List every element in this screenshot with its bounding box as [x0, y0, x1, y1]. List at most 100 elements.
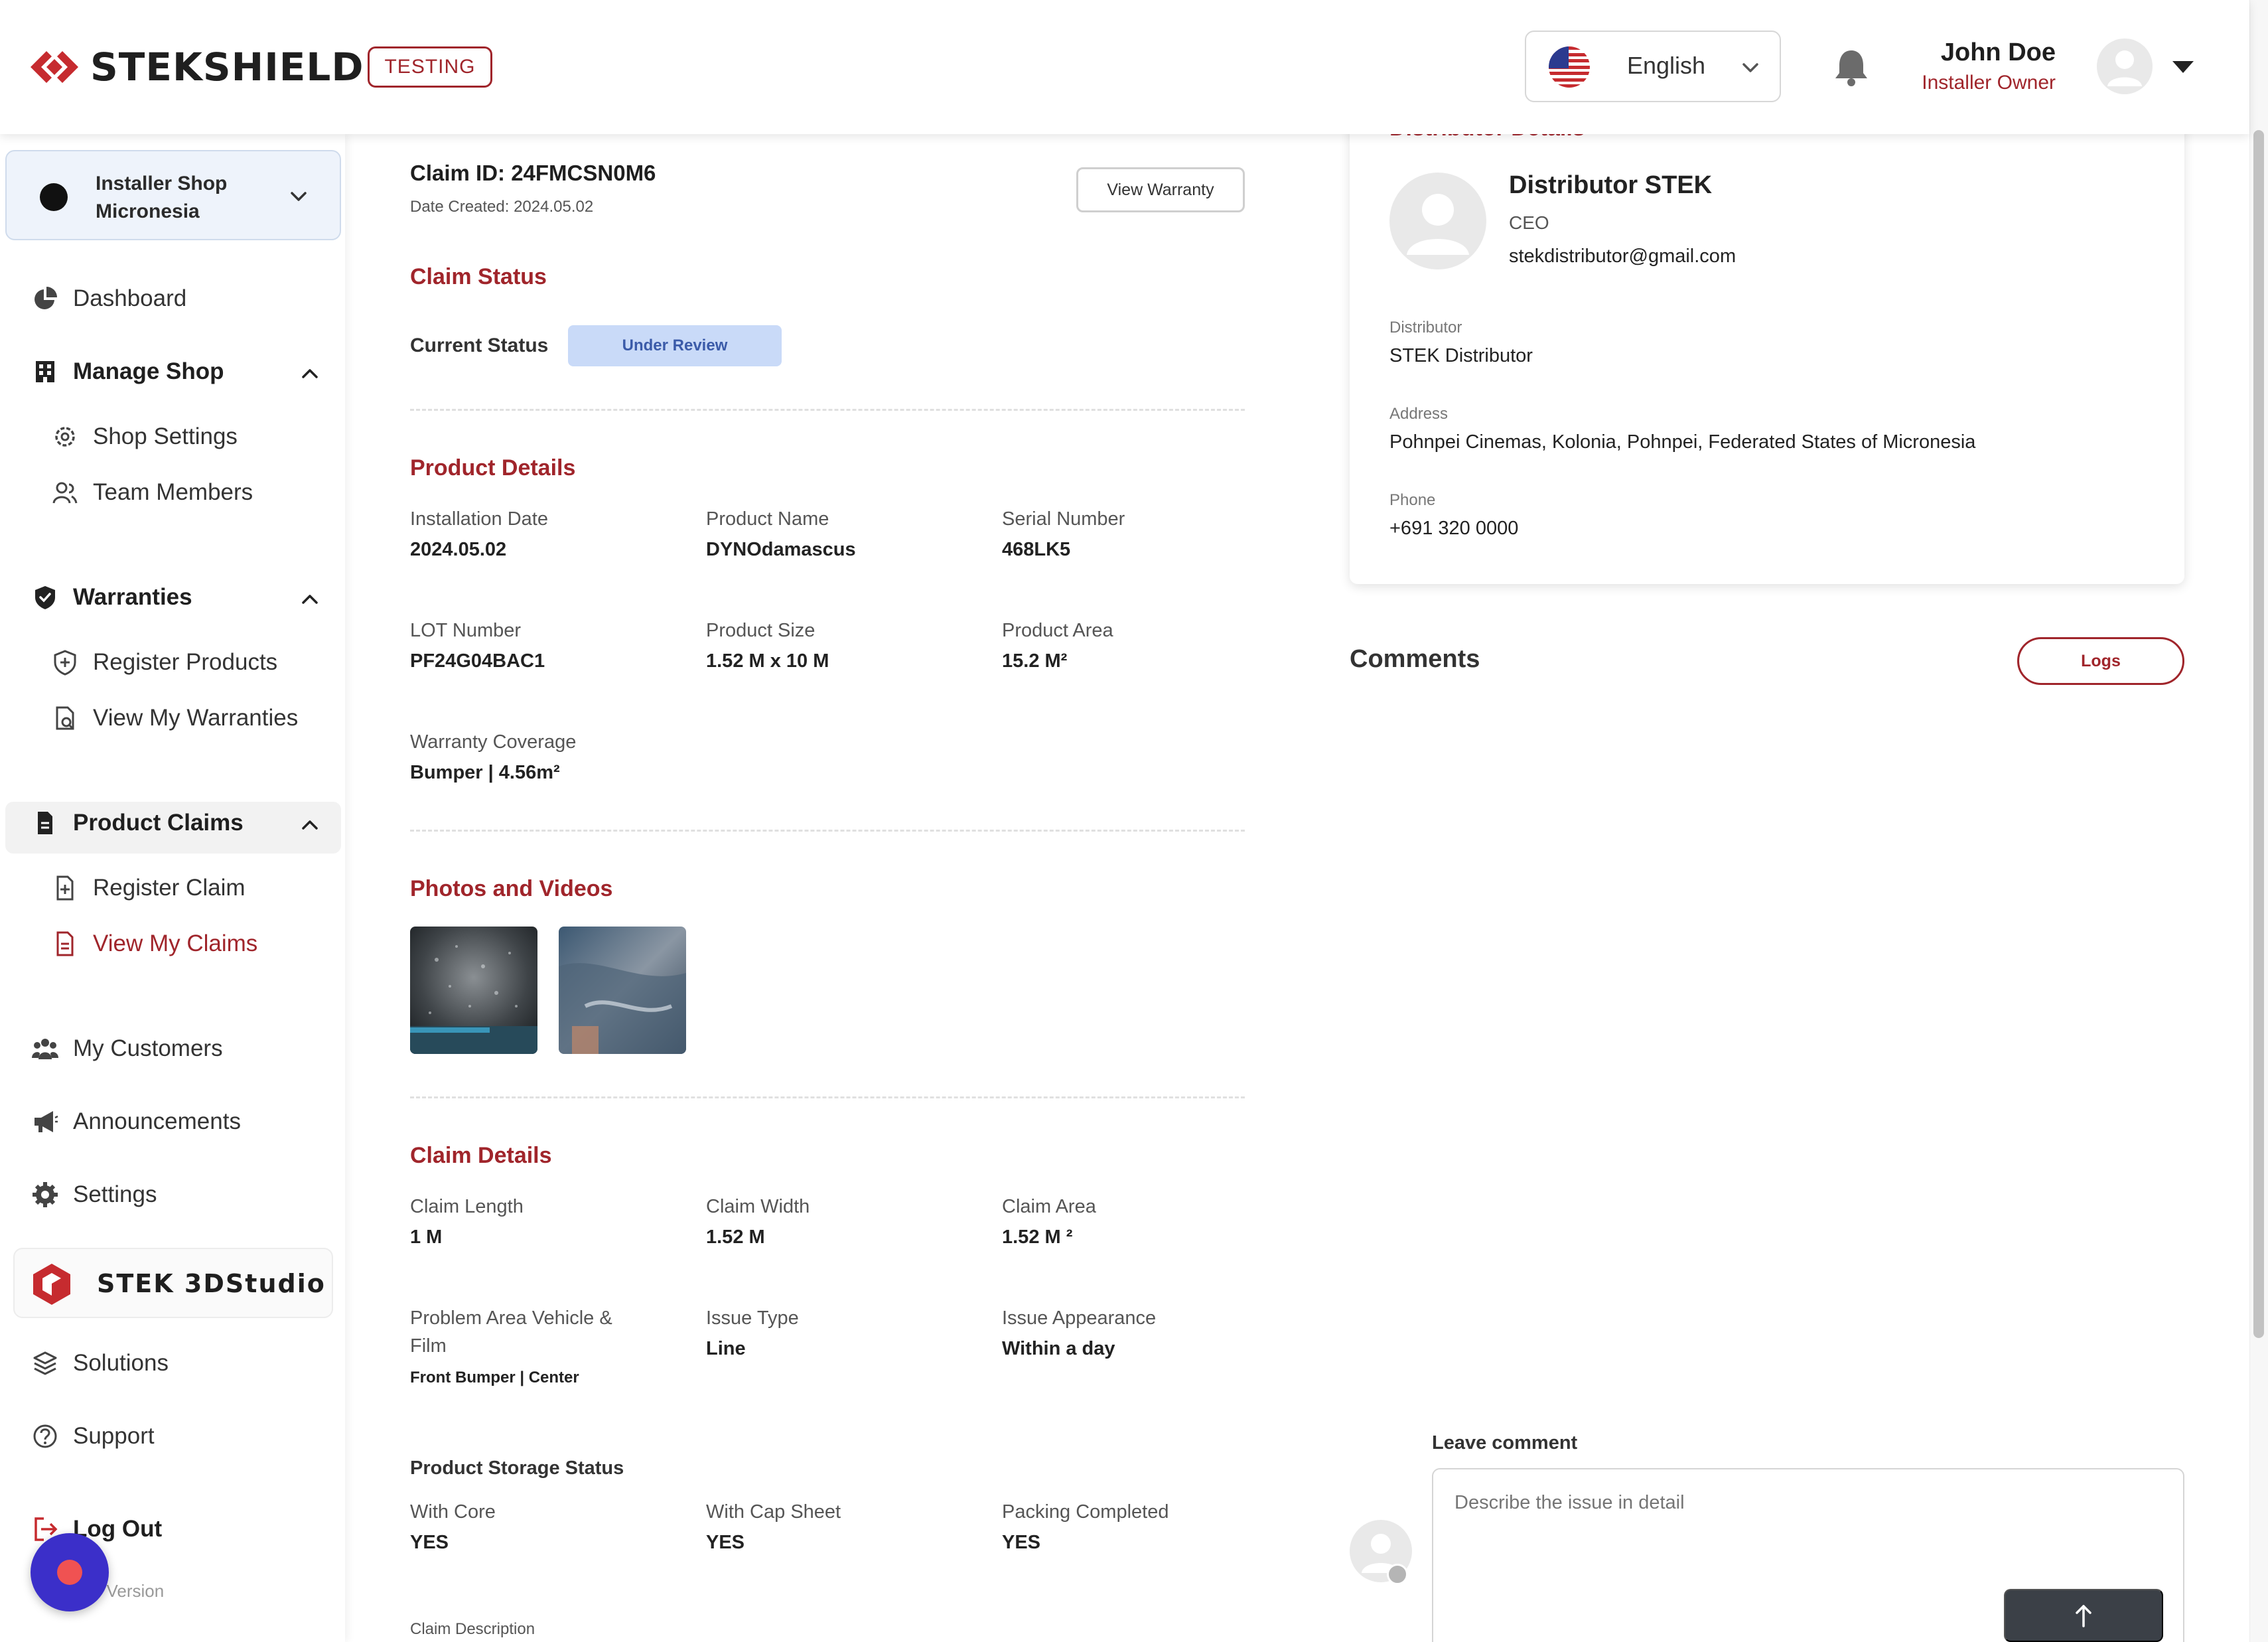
logs-button[interactable]: Logs — [2017, 637, 2184, 685]
help-circle-icon — [33, 1424, 57, 1448]
photos-videos-heading: Photos and Videos — [410, 876, 613, 901]
distributor-role: CEO — [1509, 212, 1549, 233]
sidebar-item-solutions[interactable]: Solutions — [32, 1350, 169, 1377]
sidebar-item-label: Announcements — [73, 1108, 241, 1134]
date-created: Date Created: 2024.05.02 — [410, 198, 594, 216]
lot-number-value: PF24G04BAC1 — [410, 650, 545, 672]
claim-photo-thumbnail[interactable] — [410, 927, 537, 1054]
claim-width-label: Claim Width — [706, 1196, 810, 1217]
claim-length-label: Claim Length — [410, 1196, 524, 1217]
sidebar-item-view-my-claims[interactable]: View My Claims — [52, 931, 257, 957]
product-area-label: Product Area — [1002, 620, 1113, 641]
installation-date-label: Installation Date — [410, 508, 548, 530]
sidebar-item-view-my-warranties[interactable]: View My Warranties — [52, 705, 298, 731]
sidebar-item-label: Manage Shop — [73, 358, 224, 384]
sidebar-item-label: Settings — [73, 1181, 157, 1207]
avatar-status-badge — [1387, 1564, 1408, 1585]
user-avatar-icon[interactable] — [2097, 38, 2153, 94]
shield-check-icon — [35, 586, 55, 609]
chevron-down-icon — [291, 192, 307, 201]
claim-status-heading: Claim Status — [410, 264, 547, 289]
record-button[interactable] — [31, 1533, 109, 1611]
claim-description-label: Claim Description — [410, 1620, 535, 1638]
serial-number-label: Serial Number — [1002, 508, 1125, 530]
sidebar-item-my-customers[interactable]: My Customers — [32, 1035, 223, 1062]
with-core-value: YES — [410, 1532, 449, 1553]
us-flag-icon — [1549, 46, 1590, 88]
shield-plus-icon — [54, 650, 76, 676]
issue-type-value: Line — [706, 1338, 746, 1359]
layers-icon — [33, 1351, 57, 1375]
sidebar-item-label: Team Members — [93, 479, 253, 505]
product-size-label: Product Size — [706, 620, 815, 641]
chevron-down-icon — [1742, 63, 1758, 72]
scroll-to-top-button[interactable] — [2004, 1589, 2163, 1642]
sidebar-item-shop-settings[interactable]: Shop Settings — [52, 423, 238, 450]
bell-icon[interactable] — [1833, 48, 1870, 88]
sidebar-item-label: Register Claim — [93, 875, 246, 901]
product-name-value: DYNOdamascus — [706, 539, 856, 560]
chevron-up-icon[interactable] — [297, 587, 322, 612]
chevron-up-icon[interactable] — [297, 361, 322, 386]
sidebar-item-warranties[interactable]: Warranties — [32, 584, 192, 611]
cap-sheet-value: YES — [706, 1532, 745, 1553]
cap-sheet-label: With Cap Sheet — [706, 1501, 841, 1523]
claim-photo-thumbnail[interactable] — [559, 927, 686, 1054]
with-core-label: With Core — [410, 1501, 496, 1523]
sidebar-item-manage-shop[interactable]: Manage Shop — [32, 358, 224, 385]
document-search-icon — [56, 706, 74, 730]
sidebar-item-label: Solutions — [73, 1350, 169, 1376]
warranty-coverage-value: Bumper | 4.56m² — [410, 762, 560, 783]
language-select[interactable]: English — [1525, 31, 1781, 102]
distributor-label: Distributor — [1389, 319, 1462, 336]
document-plus-icon — [56, 875, 74, 901]
issue-type-label: Issue Type — [706, 1307, 799, 1329]
product-name-label: Product Name — [706, 508, 829, 530]
packing-completed-label: Packing Completed — [1002, 1501, 1169, 1523]
building-icon — [36, 361, 54, 382]
sidebar-item-product-claims[interactable]: Product Claims — [32, 810, 244, 836]
document-icon — [38, 812, 52, 834]
caret-down-icon[interactable] — [2170, 57, 2196, 76]
sidebar-item-support[interactable]: Support — [32, 1423, 155, 1450]
sidebar-item-register-products[interactable]: Register Products — [52, 649, 277, 676]
problem-area-value: Front Bumper | Center — [410, 1369, 579, 1386]
sidebar-item-label: Support — [73, 1423, 155, 1449]
distributor-email[interactable]: stekdistributor@gmail.com — [1509, 246, 1736, 267]
user-role: Installer Owner — [1922, 72, 2056, 94]
storage-status-heading: Product Storage Status — [410, 1457, 624, 1479]
sidebar-item-team-members[interactable]: Team Members — [52, 479, 253, 506]
status-badge: Under Review — [568, 325, 782, 366]
sidebar-item-label: Shop Settings — [93, 423, 238, 449]
chevron-up-icon[interactable] — [297, 812, 322, 838]
stek-3dstudio-link[interactable]: STEK 3DStudio — [13, 1248, 333, 1318]
warranty-coverage-label: Warranty Coverage — [410, 731, 577, 753]
packing-completed-value: YES — [1002, 1532, 1041, 1553]
sidebar-item-label: Warranties — [73, 584, 192, 610]
sidebar-item-label: Dashboard — [73, 285, 187, 311]
stekshield-logo[interactable]: STEKSHIELD — [29, 44, 364, 90]
dashboard-pie-icon — [35, 287, 57, 309]
issue-appearance-value: Within a day — [1002, 1338, 1115, 1359]
distributor-value: STEK Distributor — [1389, 345, 1533, 366]
issue-appearance-label: Issue Appearance — [1002, 1307, 1157, 1329]
language-label: English — [1627, 52, 1706, 79]
sidebar-item-announcements[interactable]: Announcements — [32, 1108, 241, 1135]
product-size-value: 1.52 M x 10 M — [706, 650, 829, 672]
arrow-up-icon — [2076, 1605, 2091, 1627]
section-divider — [410, 1096, 1245, 1098]
sidebar-item-register-claim[interactable]: Register Claim — [52, 875, 246, 901]
sidebar-item-dashboard[interactable]: Dashboard — [32, 285, 186, 312]
studio-label: STEK 3DStudio — [97, 1269, 326, 1298]
claim-area-value: 1.52 M ² — [1002, 1227, 1073, 1248]
sidebar-item-label: Product Claims — [73, 810, 244, 836]
sidebar-item-settings[interactable]: Settings — [32, 1181, 157, 1208]
view-warranty-button[interactable]: View Warranty — [1076, 167, 1245, 212]
sidebar-item-label: View My Claims — [93, 931, 258, 956]
claim-id: Claim ID: 24FMCSN0M6 — [410, 161, 656, 185]
distributor-name: Distributor STEK — [1509, 171, 1713, 199]
installation-date-value: 2024.05.02 — [410, 539, 507, 560]
shop-selector[interactable]: Installer Shop Micronesia — [5, 150, 341, 240]
scrollbar-thumb[interactable] — [2253, 130, 2264, 1338]
distributor-avatar-icon — [1389, 173, 1486, 269]
